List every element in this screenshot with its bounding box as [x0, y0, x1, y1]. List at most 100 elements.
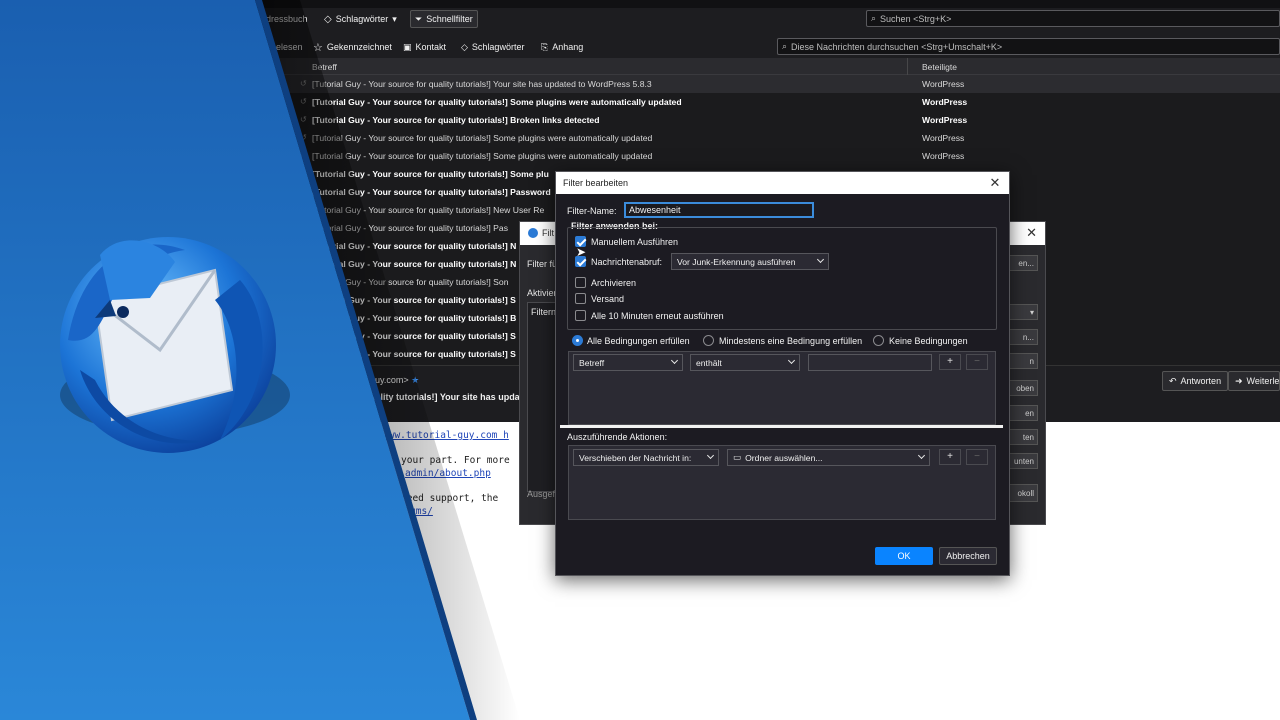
forward-icon: ➜	[1235, 375, 1243, 386]
match-none-radio[interactable]	[873, 335, 884, 346]
move-top-label: oben	[1016, 383, 1034, 393]
forward-label: Weiterlei	[1246, 376, 1280, 386]
match-any-radio[interactable]	[703, 335, 714, 346]
row-subject: [Tutorial Guy - Your source for quality …	[312, 295, 516, 305]
contact-filter-button[interactable]: ▣ Kontakt	[403, 39, 446, 55]
dialog-titlebar: Filter bearbeiten	[556, 172, 1009, 194]
body-line: www.tutorial-guy.com h	[383, 430, 509, 441]
ok-button[interactable]: OK	[875, 547, 933, 565]
splitter[interactable]	[560, 425, 1003, 428]
row-subject: [Tutorial Guy - Your source for quality …	[312, 277, 509, 287]
participants-column-header[interactable]: Beteiligte	[922, 62, 957, 72]
table-row[interactable]: ↺ [Tutorial Guy - Your source for quality…	[0, 129, 1280, 147]
reply-icon: ↶	[1169, 375, 1177, 386]
filter-name-label: Filter-Name:	[567, 206, 617, 216]
table-row[interactable]: ↺ [Tutorial Guy - Your source for quality…	[0, 147, 1280, 165]
chevron-down-icon: ▾	[392, 13, 397, 24]
forums-link[interactable]: ums/	[410, 506, 433, 517]
tags-filter-label: Schlagwörter	[471, 42, 525, 52]
fetch-label: Nachrichtenabruf:	[591, 257, 663, 267]
periodic-label: Alle 10 Minuten erneut ausführen	[591, 311, 724, 321]
row-from: WordPress	[922, 79, 965, 89]
table-row[interactable]: ↺ [Tutorial Guy - Your source for quality…	[0, 111, 1280, 129]
target-folder-select[interactable]: ▭ Ordner auswählen...	[727, 449, 930, 466]
close-icon[interactable]: ✕	[1026, 225, 1037, 241]
attachment-filter-label: Anhang	[552, 42, 584, 52]
row-subject: [Tutorial Guy - Your source for quality …	[312, 169, 549, 179]
quick-filter-button[interactable]: ⏷ Schnellfilter	[410, 10, 478, 28]
remove-condition-button[interactable]: −	[966, 354, 988, 370]
forward-button[interactable]: ➜ Weiterlei	[1228, 371, 1280, 391]
attachment-filter-button[interactable]: ⎘ Anhang	[541, 39, 583, 55]
cancel-button[interactable]: Abbrechen	[939, 547, 997, 565]
delete-filter-label: n	[1029, 356, 1034, 366]
send-label: Versand	[591, 294, 625, 304]
archive-checkbox[interactable]	[575, 277, 586, 288]
thread-icon: ↺	[300, 97, 307, 106]
row-subject: [Tutorial Guy - Your source for quality …	[312, 241, 517, 251]
manual-run-label: Manuellem Ausführen	[591, 237, 679, 247]
star-icon[interactable]: ★	[411, 375, 419, 385]
row-subject: [Tutorial Guy - Your source for quality …	[312, 205, 545, 215]
match-none-label: Keine Bedingungen	[889, 336, 968, 346]
thread-icon: ↺	[300, 241, 307, 250]
thunderbird-icon	[528, 228, 538, 238]
dialog-title: Filter bearbeiten	[563, 178, 629, 188]
tags-filter-button[interactable]: ◇ Schlagwörter	[461, 39, 524, 55]
folder-search-input[interactable]: ⌕ Diese Nachrichten durchsuchen <Strg+Um…	[777, 38, 1280, 55]
thread-icon: ↺	[300, 259, 307, 268]
tag-icon: ◇	[461, 41, 468, 52]
subject-column-header[interactable]: Betreff	[312, 62, 337, 72]
chevron-down-icon	[787, 356, 796, 365]
fetch-timing-select[interactable]: Vor Junk-Erkennung ausführen	[671, 253, 829, 270]
condition-field-select[interactable]: Betreff	[573, 354, 683, 371]
filter-name-input[interactable]: Abwesenheit	[624, 202, 814, 218]
condition-operator-value: enthält	[696, 357, 722, 368]
starred-filter-label: Gekennzeichnet	[326, 42, 392, 52]
reply-button[interactable]: ↶ Antworten	[1162, 371, 1229, 391]
address-book-button[interactable]: dressbuch	[262, 10, 312, 28]
add-action-button[interactable]: +	[939, 449, 961, 465]
periodic-checkbox[interactable]	[575, 310, 586, 321]
move-up-label: en	[1025, 408, 1034, 418]
filters-dialog-title: Filt	[542, 228, 554, 238]
archive-label: Archivieren	[591, 278, 637, 288]
contact-icon: ▣	[403, 41, 412, 52]
about-link[interactable]: admin/about.php	[405, 468, 491, 479]
thread-icon: ↺	[300, 187, 307, 196]
address-book-label: dressbuch	[266, 14, 308, 24]
row-subject: [Tutorial Guy - Your source for quality …	[312, 115, 600, 125]
quick-filter-bar: elesen ☆ Gekennzeichnet ▣ Kontakt ◇ Schl…	[0, 36, 1280, 58]
sender-text: guy.com>	[370, 375, 409, 385]
tags-button[interactable]: ◇ Schlagwörter ▾	[320, 10, 401, 28]
fetch-checkbox[interactable]	[575, 256, 586, 267]
row-subject: [Tutorial Guy - Your source for quality …	[312, 79, 652, 89]
table-row[interactable]: ↺ [Tutorial Guy - Your source for quality…	[0, 75, 1280, 93]
body-line: need support, the	[401, 493, 499, 504]
row-subject: [Tutorial Guy - Your source for quality …	[312, 133, 653, 143]
thread-list-header: Betreff Beteiligte	[0, 58, 1280, 75]
contact-filter-label: Kontakt	[415, 42, 447, 52]
match-all-radio[interactable]	[572, 335, 583, 346]
close-icon[interactable]: ✕	[987, 175, 1003, 191]
condition-operator-select[interactable]: enthält	[690, 354, 800, 371]
column-divider[interactable]	[907, 58, 908, 75]
global-search-input[interactable]: ⌕ Suchen <Strg+K>	[866, 10, 1280, 27]
filter-log-label: okoll	[1017, 488, 1034, 498]
table-row[interactable]: ↺ [Tutorial Guy - Your source for quality…	[0, 93, 1280, 111]
unread-filter-button[interactable]: elesen	[276, 39, 303, 55]
row-from: WordPress	[922, 115, 968, 125]
condition-value-input[interactable]	[808, 354, 932, 371]
site-link[interactable]: www.tutorial-guy.com h	[383, 430, 509, 441]
executed-label: Ausgef	[527, 489, 556, 499]
add-condition-button[interactable]: +	[939, 354, 961, 370]
send-checkbox[interactable]	[575, 293, 586, 304]
thread-icon: ↺	[300, 151, 307, 160]
move-bottom-label: unten	[1013, 456, 1034, 466]
action-type-select[interactable]: Verschieben der Nachricht in:	[573, 449, 719, 466]
body-line: admin/about.php	[405, 468, 491, 479]
thread-icon: ↺	[300, 115, 307, 124]
starred-filter-button[interactable]: ☆ Gekennzeichnet	[313, 39, 392, 55]
remove-action-button[interactable]: −	[966, 449, 988, 465]
match-any-label: Mindestens eine Bedingung erfüllen	[719, 336, 863, 346]
